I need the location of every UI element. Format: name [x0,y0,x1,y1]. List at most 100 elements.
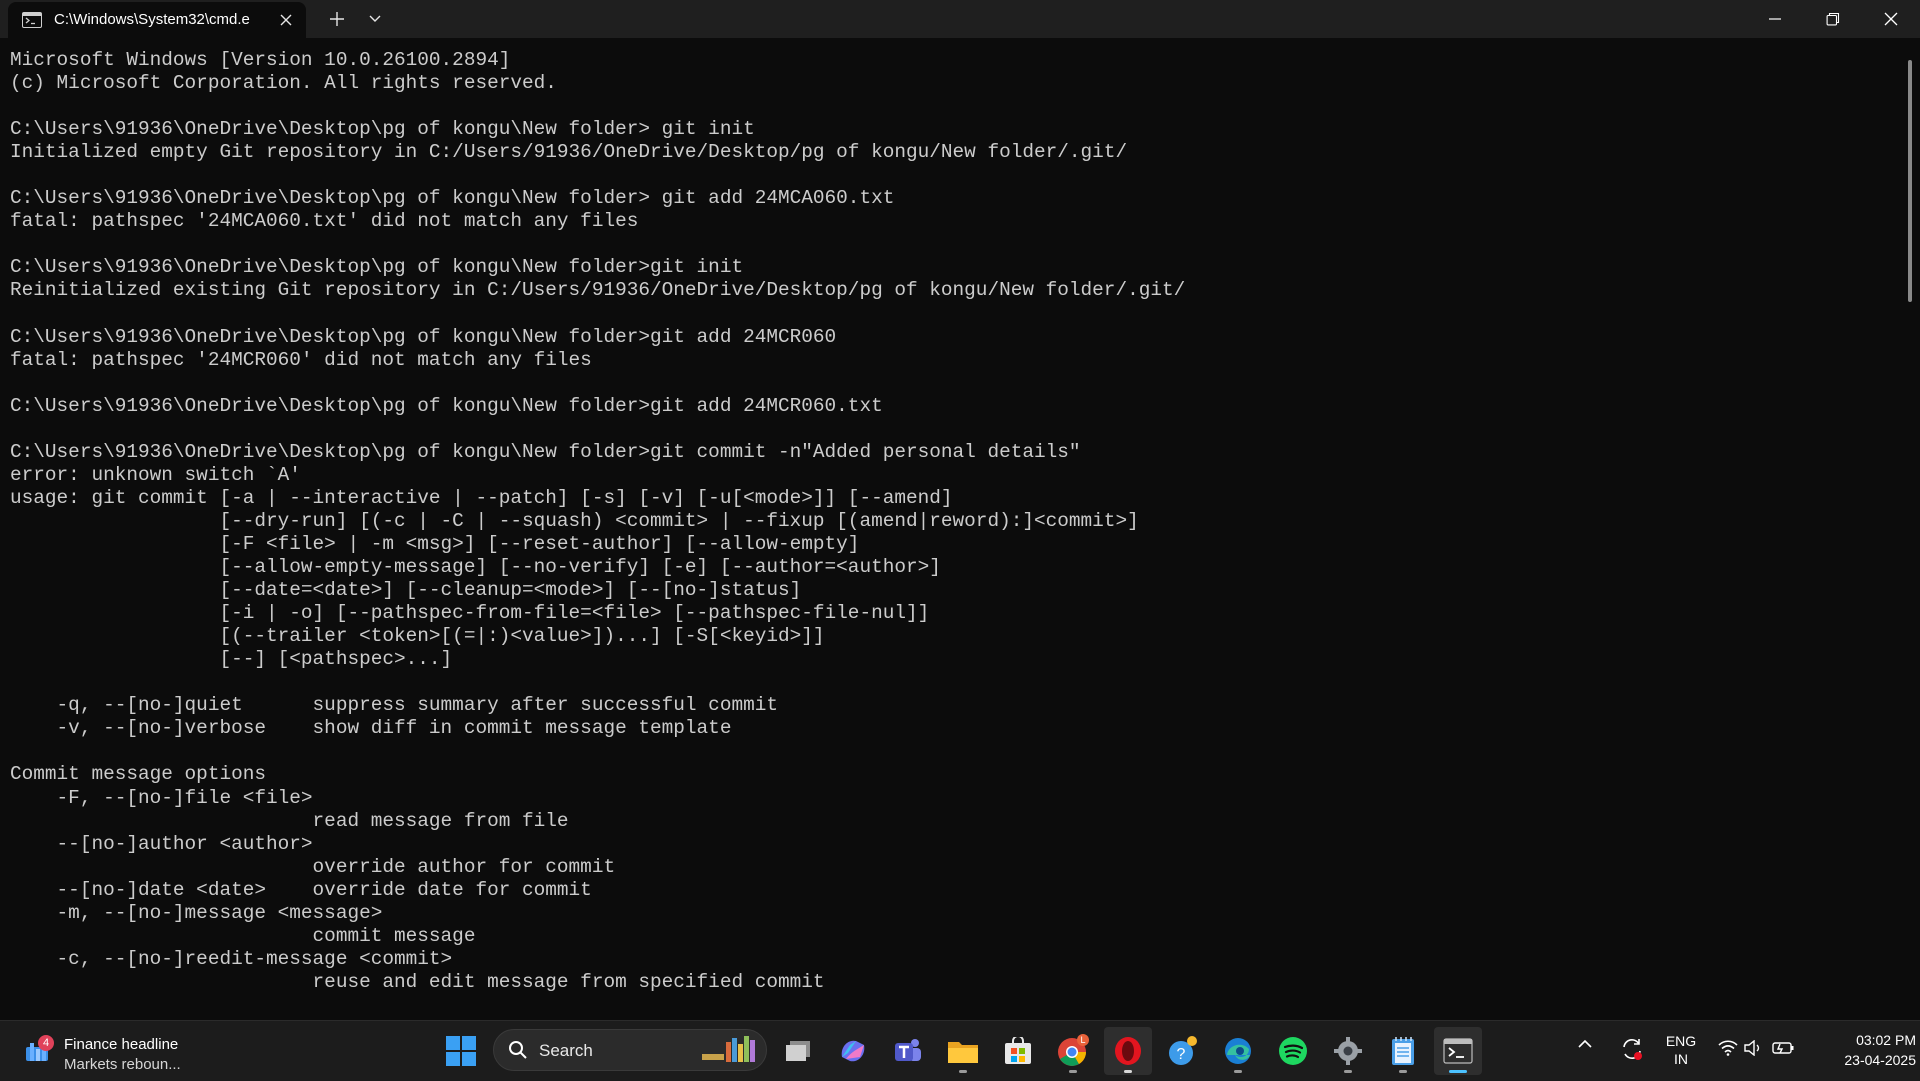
spotify-icon [1279,1037,1307,1065]
copilot-button[interactable] [829,1027,877,1075]
task-view-button[interactable] [774,1027,822,1075]
battery-icon[interactable] [1772,1040,1796,1056]
console-line: [-F <file> | -m <msg>] [--reset-author] … [10,532,860,555]
svg-text:L: L [1080,1035,1085,1045]
windows-logo-icon [446,1036,476,1066]
close-icon [1884,12,1898,26]
sync-icon[interactable] [1620,1037,1644,1061]
console-line: read message from file [10,809,569,832]
copilot-icon [841,1040,865,1062]
running-indicator [1399,1070,1407,1073]
start-button[interactable] [437,1027,485,1075]
restore-button[interactable] [1804,0,1862,38]
running-indicator [1344,1070,1352,1073]
running-indicator [1124,1070,1132,1073]
clock[interactable]: 03:02 PM 23-04-2025 [1806,1030,1916,1070]
close-window-button[interactable] [1862,0,1920,38]
taskbar: 4 Finance headline Markets reboun... Sea… [0,1020,1920,1081]
console-line: override author for commit [10,855,616,878]
folder-icon [948,1042,978,1063]
console-line: C:\Users\91936\OneDrive\Desktop\pg of ko… [10,394,883,417]
gear-icon [1334,1037,1362,1065]
chrome-button[interactable]: L [1049,1027,1097,1075]
terminal-icon [1443,1038,1473,1064]
widget-subtitle: Markets reboun... [64,1056,181,1073]
terminal-icon [22,12,42,28]
teams-icon [895,1039,921,1061]
console-line: --[no-]date <date> override date for com… [10,878,592,901]
notification-badge: 4 [38,1035,54,1051]
search-icon [509,1041,527,1059]
lang-region: IN [1674,1051,1688,1067]
language-indicator[interactable]: ENG IN [1664,1032,1698,1068]
console-line: C:\Users\91936\OneDrive\Desktop\pg of ko… [10,440,1081,463]
close-tab-icon[interactable] [276,10,296,30]
console-line: C:\Users\91936\OneDrive\Desktop\pg of ko… [10,187,895,210]
console-line: -m, --[no-]message <message> [10,901,383,924]
terminal-button[interactable] [1434,1027,1482,1075]
running-indicator [1069,1070,1077,1073]
restore-icon [1826,12,1840,26]
spotify-button[interactable] [1269,1027,1317,1075]
edge-button[interactable] [1214,1027,1262,1075]
store-icon [1005,1037,1031,1064]
books-illustration-icon [702,1036,755,1062]
lang-primary: ENG [1665,1033,1697,1049]
new-tab-button[interactable] [320,0,354,38]
edge-icon [1225,1038,1251,1064]
console-line: C:\Users\91936\OneDrive\Desktop\pg of ko… [10,256,744,279]
scrollbar-thumb[interactable] [1908,60,1912,302]
widgets-button[interactable]: 4 Finance headline Markets reboun... [18,1027,198,1075]
tab-cmd[interactable]: C:\Windows\System32\cmd.e [8,2,306,38]
search-label: Search [539,1041,593,1060]
console-line: C:\Users\91936\OneDrive\Desktop\pg of ko… [10,118,755,141]
console-line: [-i | -o] [--pathspec-from-file=<file> [… [10,602,930,625]
console-line: reuse and edit message from specified co… [10,970,825,993]
running-indicator [959,1070,967,1073]
console-output[interactable]: Microsoft Windows [Version 10.0.26100.28… [10,49,1900,1009]
console-line: -q, --[no-]quiet suppress summary after … [10,694,778,717]
console-line: [--date=<date>] [--cleanup=<mode>] [--[n… [10,579,802,602]
console-line: -v, --[no-]verbose show diff in commit m… [10,717,732,740]
chevron-down-icon [369,15,381,22]
console-line: Commit message options [10,763,266,786]
tab-title: C:\Windows\System32\cmd.e [54,11,250,28]
chrome-icon: L [1058,1034,1089,1066]
console-line: -F, --[no-]file <file> [10,786,313,809]
opera-button[interactable] [1104,1027,1152,1075]
settings-button[interactable] [1324,1027,1372,1075]
minimize-button[interactable] [1746,0,1804,38]
running-indicator [1234,1070,1242,1073]
help-button[interactable]: ? [1159,1027,1207,1075]
tab-dropdown-button[interactable] [360,0,390,38]
console-line: usage: git commit [-a | --interactive | … [10,486,953,509]
clock-date: 23-04-2025 [1844,1052,1916,1068]
clock-time: 03:02 PM [1856,1032,1916,1048]
console-line: [(--trailer <token>[(=|:)<value>])...] [… [10,625,825,648]
console-line: [--] [<pathspec>...] [10,648,453,671]
notepad-icon [1392,1037,1414,1065]
console-line: fatal: pathspec '24MCA060.txt' did not m… [10,210,639,233]
running-indicator [1449,1070,1467,1073]
wifi-icon[interactable] [1718,1040,1738,1056]
microsoft-store-button[interactable] [994,1027,1042,1075]
console-line: (c) Microsoft Corporation. All rights re… [10,72,557,95]
volume-icon[interactable] [1744,1040,1764,1056]
teams-button[interactable] [884,1027,932,1075]
console-line: C:\Users\91936\OneDrive\Desktop\pg of ko… [10,325,837,348]
console-line: error: unknown switch `A' [10,463,301,486]
console-line: --[no-]author <author> [10,832,313,855]
chevron-up-icon[interactable] [1578,1039,1592,1049]
search-box[interactable]: Search [493,1029,767,1071]
minimize-icon [1769,18,1781,20]
notepad-button[interactable] [1379,1027,1427,1075]
file-explorer-button[interactable] [939,1027,987,1075]
help-icon: ? [1169,1036,1197,1065]
